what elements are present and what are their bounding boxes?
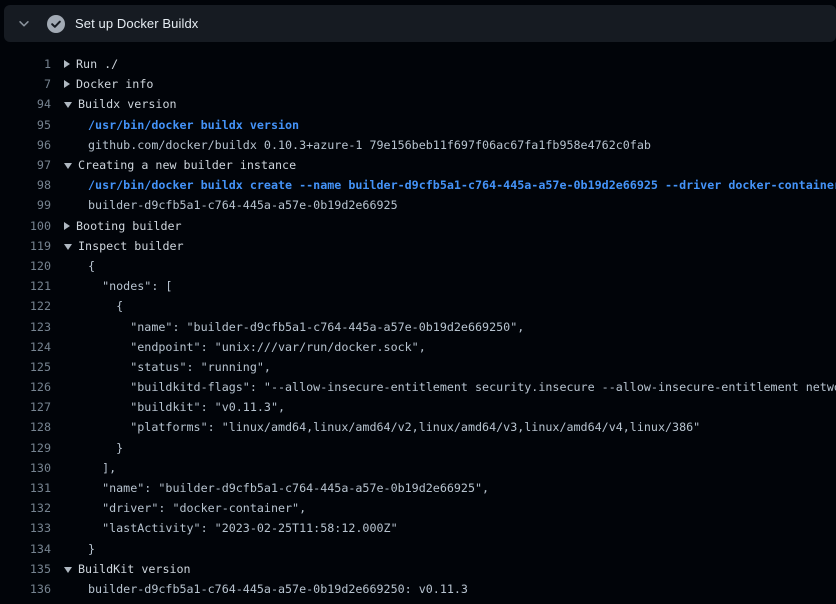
log-line-text: Booting builder [76, 219, 182, 233]
log-line-text: "platforms": "linux/amd64,linux/amd64/v2… [88, 420, 700, 434]
log-line-text: "buildkitd-flags": "--allow-insecure-ent… [88, 380, 836, 394]
chevron-down-icon [17, 17, 31, 31]
line-number-link[interactable]: 127 [0, 400, 51, 414]
log-line: 128 "platforms": "linux/amd64,linux/amd6… [0, 417, 836, 437]
log-line-text: github.com/docker/buildx 0.10.3+azure-1 … [88, 138, 651, 152]
log-line-text: builder-d9cfb5a1-c764-445a-a57e-0b19d2e6… [88, 582, 468, 596]
disclosure-triangle-icon [64, 60, 70, 68]
log-line-text: /usr/bin/docker buildx create --name bui… [88, 178, 836, 192]
line-number-link[interactable]: 122 [0, 299, 51, 313]
log-line-text: } [88, 542, 95, 556]
log-line-text: "name": "builder-d9cfb5a1-c764-445a-a57e… [88, 481, 489, 495]
line-number-link[interactable]: 132 [0, 501, 51, 515]
line-number-link[interactable]: 133 [0, 521, 51, 535]
log-line: 122 { [0, 296, 836, 316]
line-number-link[interactable]: 100 [0, 219, 51, 233]
line-number-link[interactable]: 130 [0, 461, 51, 475]
line-number-link[interactable]: 98 [0, 178, 51, 192]
log-line-text: "name": "builder-d9cfb5a1-c764-445a-a57e… [88, 320, 524, 334]
line-number-link[interactable]: 99 [0, 198, 51, 212]
log-line: 136 builder-d9cfb5a1-c764-445a-a57e-0b19… [0, 579, 836, 599]
log-line-text: "nodes": [ [88, 279, 172, 293]
disclosure-triangle-icon [64, 222, 70, 230]
line-number-link[interactable]: 134 [0, 542, 51, 556]
log-line-text: Inspect builder [78, 239, 184, 253]
log-line-text: "status": "running", [88, 360, 271, 374]
step-header[interactable]: Set up Docker Buildx [4, 5, 836, 42]
line-number-link[interactable]: 94 [0, 97, 51, 111]
disclosure-triangle-icon [64, 80, 70, 88]
log-lines: 1 Run ./ 7 Docker info 94 Buildx version… [0, 42, 836, 604]
log-line-text: "buildkit": "v0.11.3", [88, 400, 285, 414]
line-number-link[interactable]: 136 [0, 582, 51, 596]
log-group-row[interactable]: 7 Docker info [0, 74, 836, 94]
log-line-text: { [88, 259, 95, 273]
log-line-text: { [88, 299, 123, 313]
log-line: 125 "status": "running", [0, 357, 836, 377]
log-line: 131 "name": "builder-d9cfb5a1-c764-445a-… [0, 478, 836, 498]
line-number-link[interactable]: 121 [0, 279, 51, 293]
line-number-link[interactable]: 7 [0, 77, 51, 91]
step-title: Set up Docker Buildx [75, 16, 198, 31]
log-line: 99 builder-d9cfb5a1-c764-445a-a57e-0b19d… [0, 195, 836, 215]
log-line: 133 "lastActivity": "2023-02-25T11:58:12… [0, 518, 836, 538]
line-number-link[interactable]: 129 [0, 441, 51, 455]
disclosure-triangle-icon [64, 102, 72, 108]
log-line-text: Buildx version [78, 97, 177, 111]
log-group-row[interactable]: 100 Booting builder [0, 216, 836, 236]
log-group-row[interactable]: 94 Buildx version [0, 94, 836, 114]
log-line: 126 "buildkitd-flags": "--allow-insecure… [0, 377, 836, 397]
line-number-link[interactable]: 96 [0, 138, 51, 152]
log-line-text: BuildKit version [78, 562, 191, 576]
log-group-row[interactable]: 135 BuildKit version [0, 559, 836, 579]
log-line-text: "endpoint": "unix:///var/run/docker.sock… [88, 340, 426, 354]
line-number-link[interactable]: 123 [0, 320, 51, 334]
line-number-link[interactable]: 120 [0, 259, 51, 273]
line-number-link[interactable]: 124 [0, 340, 51, 354]
log-line: 124 "endpoint": "unix:///var/run/docker.… [0, 337, 836, 357]
log-line: 98 /usr/bin/docker buildx create --name … [0, 175, 836, 195]
log-line: 123 "name": "builder-d9cfb5a1-c764-445a-… [0, 316, 836, 336]
log-line: 132 "driver": "docker-container", [0, 498, 836, 518]
log-line-text: "driver": "docker-container", [88, 501, 306, 515]
line-number-link[interactable]: 1 [0, 57, 51, 71]
disclosure-triangle-icon [64, 244, 72, 250]
line-number-link[interactable]: 126 [0, 380, 51, 394]
line-number-link[interactable]: 125 [0, 360, 51, 374]
line-number-link[interactable]: 128 [0, 420, 51, 434]
log-group-row[interactable]: 97 Creating a new builder instance [0, 155, 836, 175]
step-success-check-icon [47, 15, 65, 33]
log-line: 127 "buildkit": "v0.11.3", [0, 397, 836, 417]
log-line: 130 ], [0, 458, 836, 478]
line-number-link[interactable]: 131 [0, 481, 51, 495]
log-group-row[interactable]: 1 Run ./ [0, 54, 836, 74]
log-line-text: "lastActivity": "2023-02-25T11:58:12.000… [88, 521, 398, 535]
log-line: 120 { [0, 256, 836, 276]
collapse-step-button[interactable] [12, 12, 36, 36]
log-line: 121 "nodes": [ [0, 276, 836, 296]
log-line-text: } [88, 441, 123, 455]
log-line-text: ], [88, 461, 116, 475]
disclosure-triangle-icon [64, 567, 72, 573]
line-number-link[interactable]: 97 [0, 158, 51, 172]
log-line-text: Creating a new builder instance [78, 158, 296, 172]
log-line-text: builder-d9cfb5a1-c764-445a-a57e-0b19d2e6… [88, 198, 398, 212]
log-line-text: Docker info [76, 77, 153, 91]
disclosure-triangle-icon [64, 163, 72, 169]
line-number-link[interactable]: 95 [0, 118, 51, 132]
line-number-link[interactable]: 135 [0, 562, 51, 576]
log-group-row[interactable]: 119 Inspect builder [0, 236, 836, 256]
log-line: 129 } [0, 438, 836, 458]
log-line: 95 /usr/bin/docker buildx version [0, 115, 836, 135]
log-line: 96 github.com/docker/buildx 0.10.3+azure… [0, 135, 836, 155]
log-line: 134 } [0, 539, 836, 559]
line-number-link[interactable]: 119 [0, 239, 51, 253]
log-line-text: Run ./ [76, 57, 118, 71]
log-line-text: /usr/bin/docker buildx version [88, 118, 299, 132]
